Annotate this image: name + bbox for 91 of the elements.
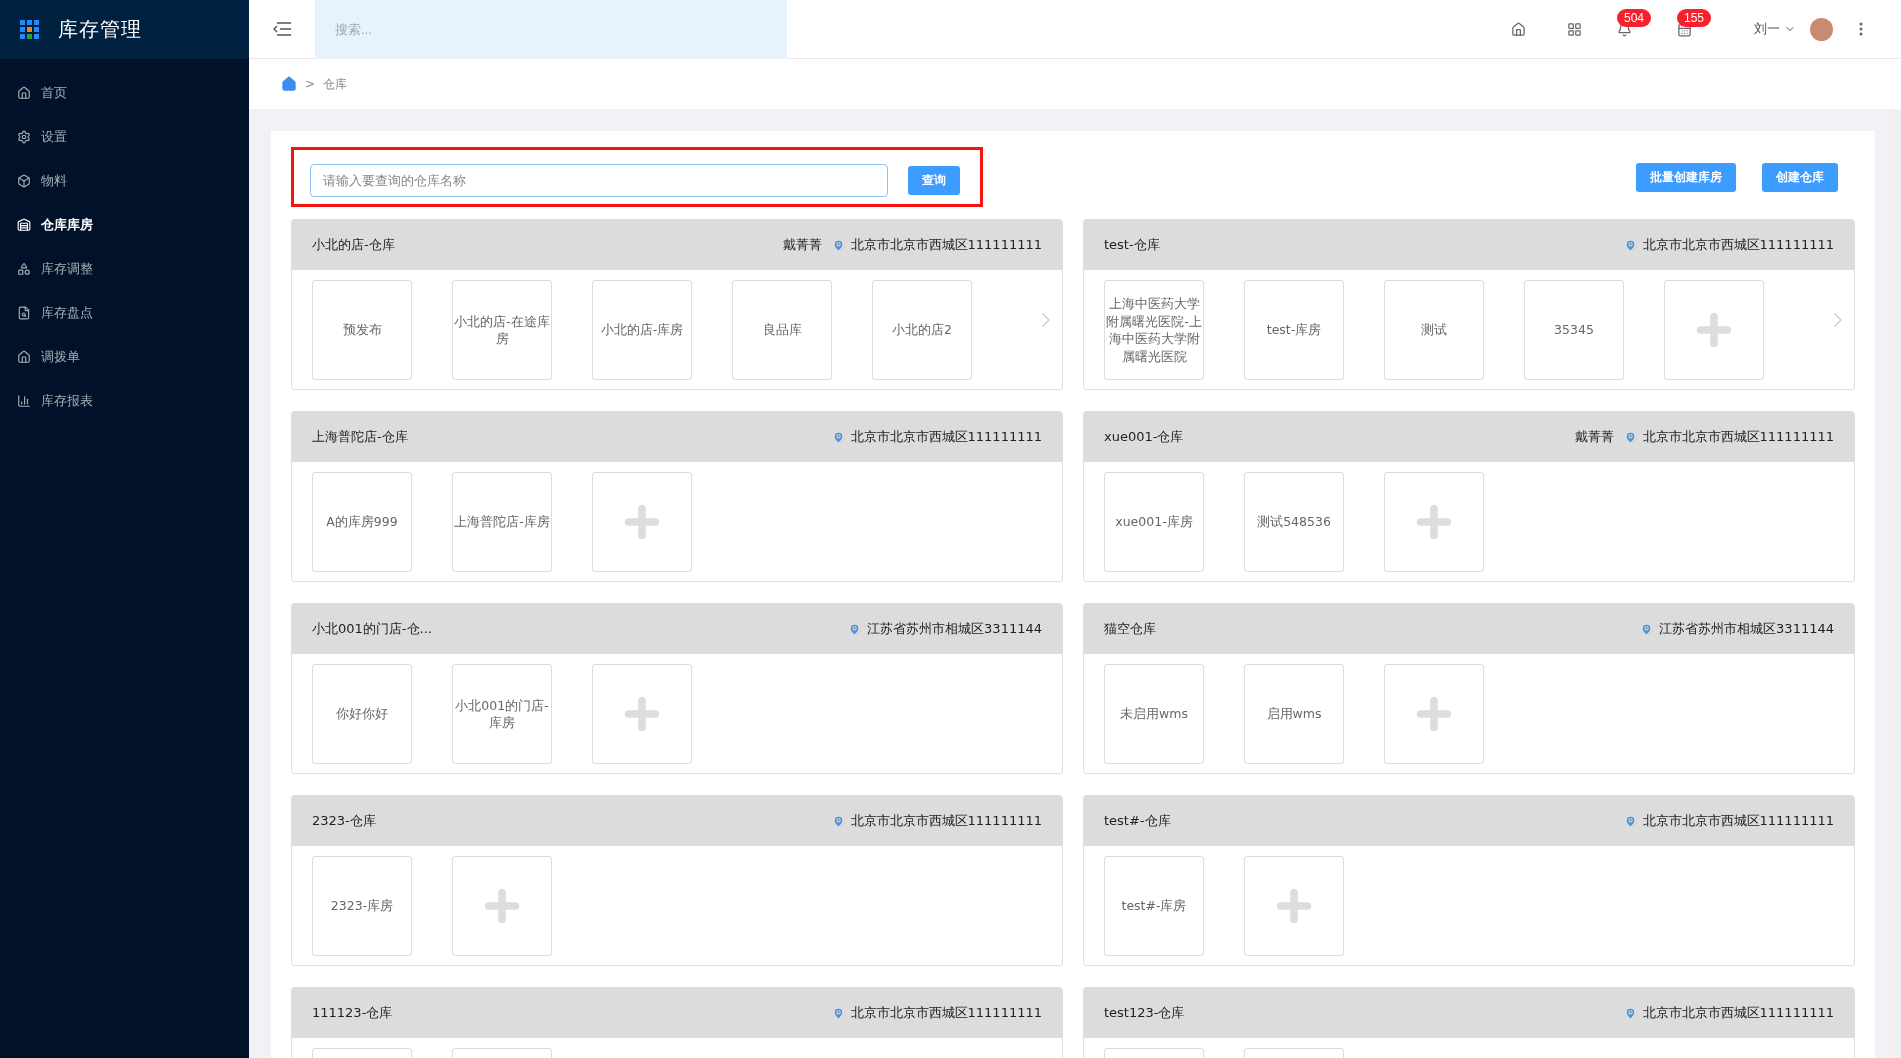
add-storeroom-button[interactable] bbox=[592, 472, 692, 572]
add-storeroom-button[interactable] bbox=[452, 856, 552, 956]
storeroom-tile[interactable]: 良品库 bbox=[732, 280, 832, 380]
storeroom-tile[interactable]: xue001-库房 bbox=[1104, 472, 1204, 572]
storeroom-tile[interactable]: test-库房 bbox=[1244, 280, 1344, 380]
warehouse-name: test-仓库 bbox=[1104, 236, 1160, 254]
warehouse-name: 小北的店-仓库 bbox=[312, 236, 395, 254]
warehouse-search-field[interactable]: 请输入要查询的仓库名称 bbox=[310, 164, 888, 197]
warehouse-name: test#-仓库 bbox=[1104, 812, 1171, 830]
notification-button[interactable]: 155 bbox=[1662, 7, 1722, 51]
storeroom-tile[interactable]: 未启用wms bbox=[1104, 664, 1204, 764]
document-search-icon bbox=[17, 306, 31, 320]
location-pin-icon bbox=[831, 1006, 845, 1020]
warehouse-icon bbox=[17, 218, 31, 232]
add-storeroom-button[interactable] bbox=[1664, 280, 1764, 380]
warehouse-address: 北京市北京市西城区111111111 bbox=[1642, 1004, 1834, 1022]
add-storeroom-button[interactable] bbox=[1384, 472, 1484, 572]
count-badge: 155 bbox=[1677, 9, 1712, 27]
storeroom-tile[interactable]: 测试548536 bbox=[1244, 472, 1344, 572]
warehouse-address: 北京市北京市西城区111111111 bbox=[1642, 236, 1834, 254]
warehouse-address: 北京市北京市西城区111111111 bbox=[850, 812, 1042, 830]
app-grid-logo-icon bbox=[20, 19, 40, 40]
sidebar-item[interactable]: 库存调整 bbox=[0, 247, 249, 291]
warehouse-address: 北京市北京市西城区111111111 bbox=[850, 1004, 1042, 1022]
notification-button[interactable]: 504 bbox=[1602, 7, 1662, 51]
sidebar-item[interactable]: 物料 bbox=[0, 159, 249, 203]
sidebar-item[interactable]: 库存盘点 bbox=[0, 291, 249, 335]
more-icon bbox=[1859, 22, 1863, 36]
manager-name: 戴菁菁 bbox=[1574, 428, 1614, 446]
location-pin-icon bbox=[831, 814, 845, 828]
storeroom-tile[interactable]: 小北的店2 bbox=[872, 280, 972, 380]
warehouse-name: 小北001的门店-仓... bbox=[312, 620, 432, 638]
location-pin-icon bbox=[1623, 1006, 1637, 1020]
storeroom-tile[interactable]: 2323-库房 bbox=[312, 856, 412, 956]
add-storeroom-button[interactable] bbox=[1244, 856, 1344, 956]
storeroom-tile[interactable]: 小北的店-库房 bbox=[592, 280, 692, 380]
sidebar-item[interactable]: 首页 bbox=[0, 71, 249, 115]
home-icon[interactable] bbox=[281, 76, 297, 92]
storeroom-tile[interactable]: 35345 bbox=[1524, 280, 1624, 380]
warehouse-name: 猫空仓库 bbox=[1104, 620, 1156, 638]
warehouse-name: 111123-仓库 bbox=[312, 1004, 393, 1022]
sidebar-item[interactable]: 调拨单 bbox=[0, 335, 249, 379]
location-pin-icon bbox=[848, 622, 862, 636]
breadcrumb-separator: > bbox=[305, 77, 316, 91]
home-icon bbox=[1510, 21, 1526, 37]
storeroom-tile[interactable]: A的库房999 bbox=[312, 472, 412, 572]
warehouse-address: 江苏省苏州市相城区3311144 bbox=[867, 620, 1042, 638]
warehouse-address: 北京市北京市西城区111111111 bbox=[1642, 428, 1834, 446]
location-pin-icon bbox=[831, 238, 845, 252]
grid-icon bbox=[1566, 21, 1582, 37]
app-title: 库存管理 bbox=[58, 16, 142, 43]
warehouse-address: 北京市北京市西城区111111111 bbox=[850, 236, 1042, 254]
warehouse-address: 江苏省苏州市相城区3311144 bbox=[1659, 620, 1834, 638]
storeroom-tile[interactable]: 启用wms bbox=[1244, 664, 1344, 764]
location-pin-icon bbox=[831, 430, 845, 444]
warehouse-name: 2323-仓库 bbox=[312, 812, 376, 830]
house-icon bbox=[17, 350, 31, 364]
home-icon bbox=[17, 86, 31, 100]
location-pin-icon bbox=[1640, 622, 1654, 636]
sidebar-item[interactable]: 仓库库房 bbox=[0, 203, 249, 247]
storeroom-tile[interactable]: 预发布 bbox=[312, 280, 412, 380]
storeroom-tile[interactable]: 测试 bbox=[1384, 280, 1484, 380]
cube-icon bbox=[17, 174, 31, 188]
shapes-icon bbox=[17, 262, 31, 276]
bar-chart-icon bbox=[17, 394, 31, 408]
warehouse-name: test123-仓库 bbox=[1104, 1004, 1185, 1022]
storeroom-tile[interactable]: 小北的店-在途库房 bbox=[452, 280, 552, 380]
sidebar-item[interactable]: 设置 bbox=[0, 115, 249, 159]
storeroom-tile[interactable]: 小北001的门店-库房 bbox=[452, 664, 552, 764]
add-storeroom-button[interactable] bbox=[592, 664, 692, 764]
warehouse-name: xue001-仓库 bbox=[1104, 428, 1184, 446]
menu-icon bbox=[273, 22, 291, 36]
warehouse-name: 上海普陀店-仓库 bbox=[312, 428, 408, 446]
warehouse-address: 北京市北京市西城区111111111 bbox=[850, 428, 1042, 446]
avatar[interactable] bbox=[1810, 17, 1833, 41]
location-pin-icon bbox=[1623, 814, 1637, 828]
manager-name: 戴菁菁 bbox=[782, 236, 822, 254]
location-pin-icon bbox=[1623, 430, 1637, 444]
storeroom-tile[interactable]: 上海普陀店-库房 bbox=[452, 472, 552, 572]
add-storeroom-button[interactable] bbox=[1384, 664, 1484, 764]
storeroom-tile[interactable]: 上海中医药大学附属曙光医院-上海中医药大学附属曙光医院 bbox=[1104, 280, 1204, 380]
warehouse-address: 北京市北京市西城区111111111 bbox=[1642, 812, 1834, 830]
location-pin-icon bbox=[1623, 238, 1637, 252]
storeroom-tile[interactable]: test#-库房 bbox=[1104, 856, 1204, 956]
breadcrumb-item: 仓库 bbox=[323, 75, 348, 93]
count-badge: 504 bbox=[1617, 9, 1652, 27]
storeroom-tile[interactable]: 你好你好 bbox=[312, 664, 412, 764]
search-field[interactable]: 搜索... bbox=[315, 0, 787, 59]
settings-icon bbox=[17, 130, 31, 144]
user-menu[interactable]: 刘一 bbox=[1748, 19, 1802, 39]
sidebar-item[interactable]: 库存报表 bbox=[0, 379, 249, 423]
